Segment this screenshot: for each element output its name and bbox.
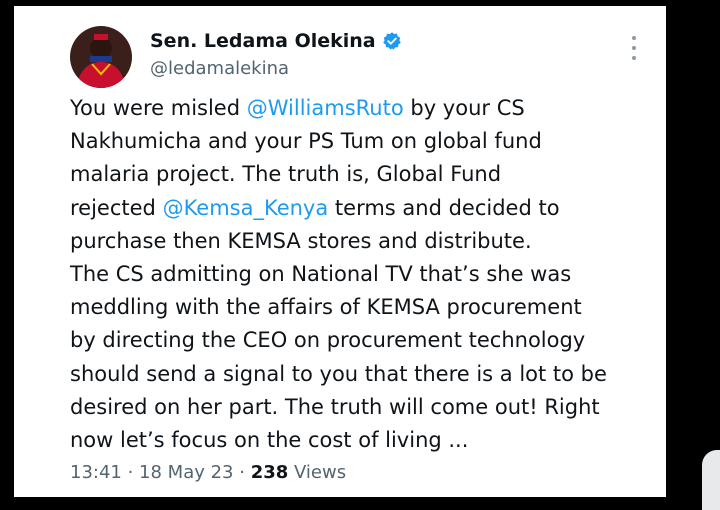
tweet-text-line: rejected @Kemsa_Kenya terms and decided …: [70, 192, 660, 225]
tweet-text-line: You were misled @WilliamsRuto by your CS: [70, 92, 660, 125]
tweet-text-line: meddling with the affairs of KEMSA procu…: [70, 291, 660, 324]
tweet-text-line: Nakhumicha and your PS Tum on global fun…: [70, 125, 660, 158]
meta-separator: ·: [233, 462, 251, 483]
tweet-text-line: should send a signal to you that there i…: [70, 358, 660, 391]
tweet-text-segment: rejected: [70, 195, 163, 220]
tweet-text-segment: malaria project. The truth is, Global Fu…: [70, 162, 502, 187]
tweet-text-line: desired on her part. The truth will come…: [70, 391, 660, 424]
tweet-meta: 13:41 · 18 May 23 · 238 Views: [70, 462, 346, 483]
tweet-time[interactable]: 13:41: [70, 462, 122, 483]
author-display-name[interactable]: Sen. Ledama Olekina: [150, 30, 376, 52]
views-count[interactable]: 238: [251, 462, 289, 483]
tweet-text-segment: should send a signal to you that there i…: [70, 361, 607, 386]
author-name-row: Sen. Ledama Olekina: [150, 28, 402, 54]
tweet-text-segment: You were misled: [70, 96, 247, 120]
tweet-text-line: malaria project. The truth is, Global Fu…: [70, 158, 660, 191]
tweet-text-segment: The CS admitting on National TV that’s s…: [70, 261, 572, 286]
tweet-text-segment: by your CS: [403, 96, 525, 120]
tweet-text-segment: Nakhumicha and your PS Tum on global fun…: [70, 129, 542, 154]
floating-button-edge[interactable]: [702, 450, 720, 510]
verified-badge-icon: [382, 31, 402, 51]
tweet-text-segment: now let’s focus on the cost of living ..…: [70, 427, 469, 452]
tweet-text-line: The CS admitting on National TV that’s s…: [70, 258, 660, 291]
tweet-text-line: purchase then KEMSA stores and distribut…: [70, 225, 660, 258]
tweet-text-segment: by directing the CEO on procurement tech…: [70, 328, 586, 353]
mention-link[interactable]: @WilliamsRuto: [247, 96, 404, 120]
avatar-image: [70, 26, 132, 88]
tweet-text-line: now let’s focus on the cost of living ..…: [70, 424, 660, 457]
author-handle[interactable]: @ledamalekina: [150, 58, 289, 79]
tweet-card: Sen. Ledama Olekina @ledamalekina You we…: [14, 6, 666, 497]
views-label: Views: [288, 462, 347, 483]
tweet-text-segment: terms and decided to: [328, 195, 560, 220]
mention-link[interactable]: @Kemsa_Kenya: [163, 196, 329, 220]
more-options-icon[interactable]: [624, 36, 644, 60]
avatar[interactable]: [70, 26, 132, 88]
tweet-text: You were misled @WilliamsRuto by your CS…: [70, 92, 660, 457]
tweet-text-segment: desired on her part. The truth will come…: [70, 394, 600, 419]
meta-separator: ·: [121, 462, 140, 483]
tweet-text-segment: purchase then KEMSA stores and distribut…: [70, 228, 532, 253]
tweet-text-segment: meddling with the affairs of KEMSA procu…: [70, 295, 582, 320]
tweet-date[interactable]: 18 May 23: [139, 462, 233, 483]
tweet-text-line: by directing the CEO on procurement tech…: [70, 324, 660, 357]
